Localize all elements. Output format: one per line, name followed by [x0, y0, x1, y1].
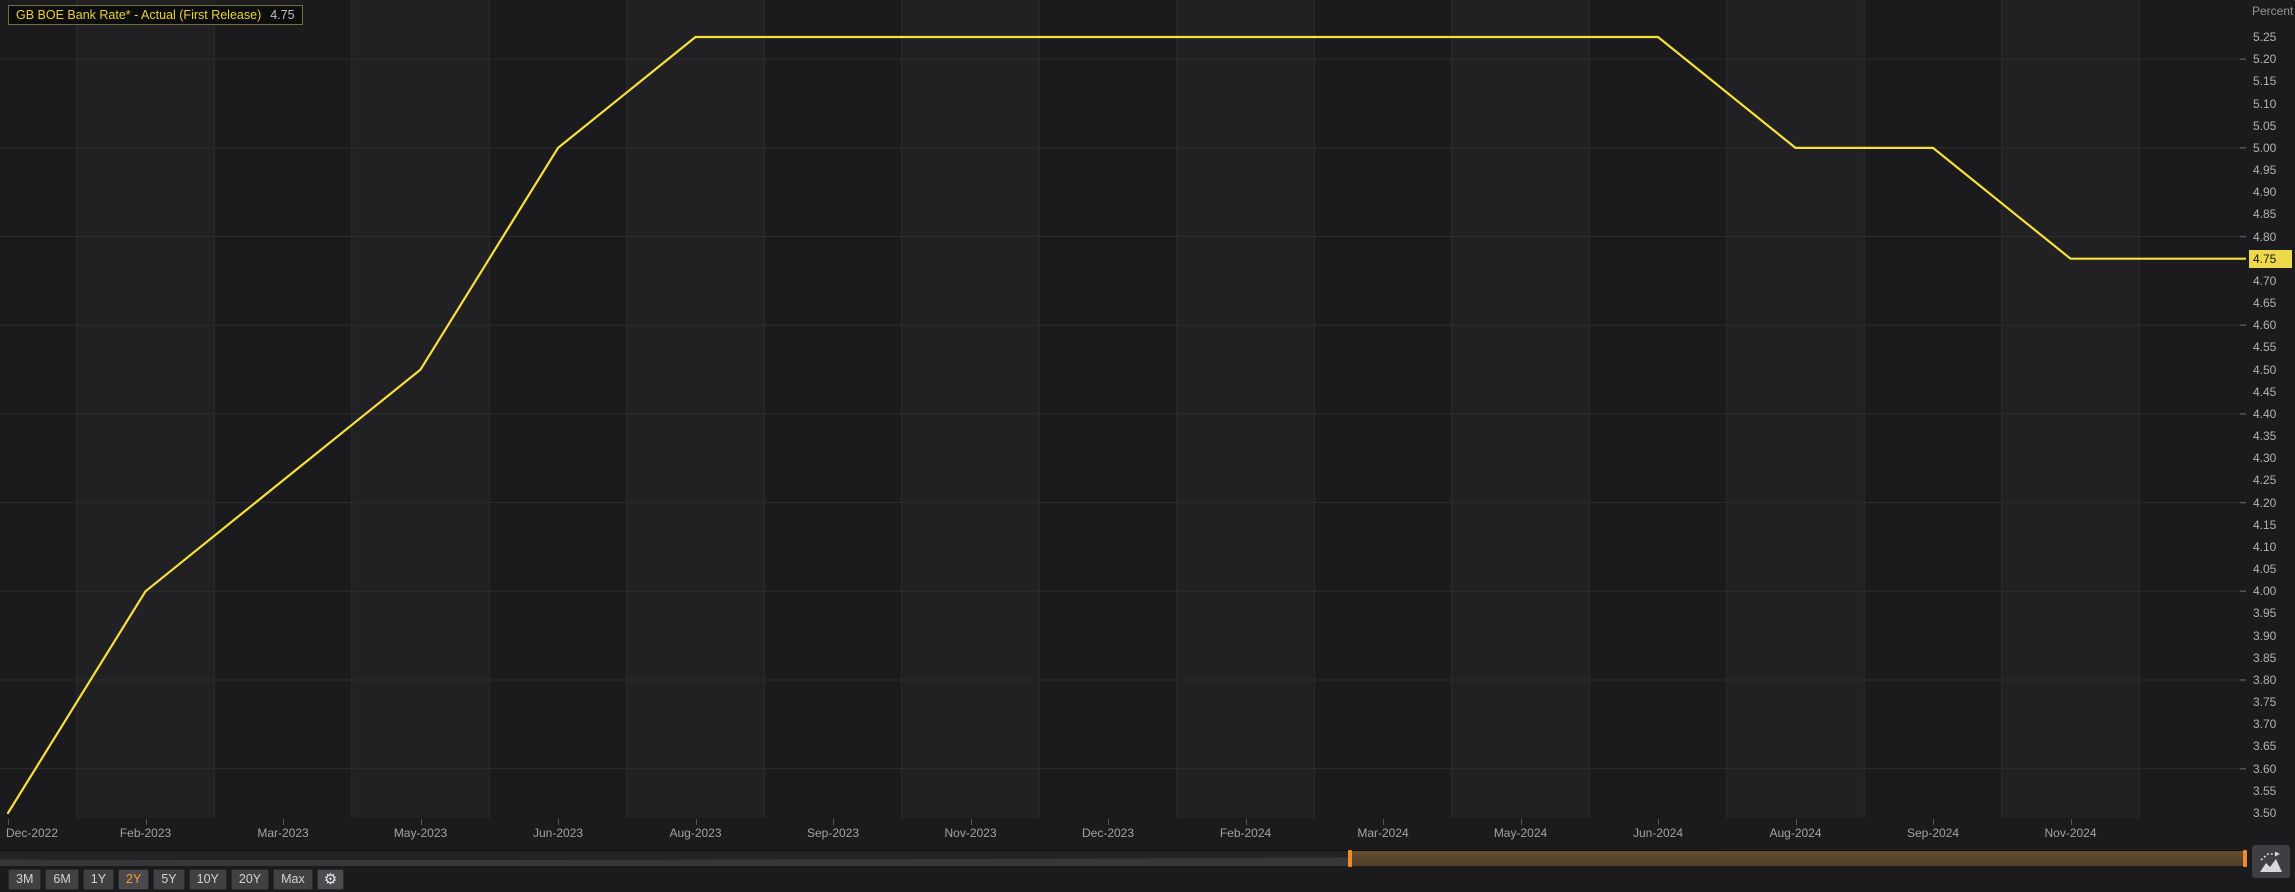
expand-chart-button[interactable] [2252, 845, 2290, 878]
time-axis-tick [558, 819, 559, 825]
value-axis-tick: 4.10 [2253, 539, 2276, 555]
range-button-max[interactable]: Max [273, 869, 313, 890]
time-axis-tick [421, 819, 422, 825]
value-axis-tick: 4.90 [2253, 184, 2276, 200]
time-axis-tick [1108, 819, 1109, 825]
value-axis-tick: 3.90 [2253, 628, 2276, 644]
time-axis-label: Dec-2023 [1082, 826, 1134, 840]
value-axis-tick: 5.25 [2253, 29, 2276, 45]
time-axis-tick [971, 819, 972, 825]
value-axis-tick: 4.15 [2253, 517, 2276, 533]
value-axis-tick: 3.85 [2253, 650, 2276, 666]
time-axis-tick [1246, 819, 1247, 825]
gear-icon: ⚙ [324, 870, 337, 888]
value-axis-tick: 4.35 [2253, 428, 2276, 444]
value-axis-tick: 4.70 [2253, 273, 2276, 289]
navigator-left-handle[interactable] [1348, 850, 1352, 867]
value-axis-tick: 4.00 [2253, 583, 2276, 599]
value-axis-tick: 3.75 [2253, 694, 2276, 710]
time-axis-label: Nov-2023 [944, 826, 996, 840]
series-last-value: 4.75 [270, 8, 294, 22]
chart-settings-button[interactable]: ⚙ [317, 869, 344, 890]
time-axis-label: Jun-2024 [1633, 826, 1683, 840]
time-axis-tick [8, 819, 9, 825]
time-axis-label: Dec-2022 [6, 826, 58, 840]
time-axis-label: Mar-2023 [257, 826, 308, 840]
value-axis-tick: 4.40 [2253, 406, 2276, 422]
time-axis-label: May-2023 [394, 826, 447, 840]
value-axis-tick: 4.30 [2253, 450, 2276, 466]
time-axis-tick [1933, 819, 1934, 825]
range-button-6m[interactable]: 6M [45, 869, 78, 890]
range-button-10y[interactable]: 10Y [189, 869, 227, 890]
range-toolbar: 3M 6M 1Y 2Y 5Y 10Y 20Y Max ⚙ [8, 868, 344, 890]
value-axis-tick: 5.15 [2253, 73, 2276, 89]
time-axis-label: Feb-2023 [120, 826, 171, 840]
time-axis-tick [1521, 819, 1522, 825]
value-axis-tick: 5.10 [2253, 96, 2276, 112]
value-axis-tick: 3.60 [2253, 761, 2276, 777]
value-axis-tick: 4.50 [2253, 362, 2276, 378]
value-axis-tick: 3.50 [2253, 805, 2276, 821]
time-axis-tick [1796, 819, 1797, 825]
series-title: GB BOE Bank Rate* - Actual (First Releas… [16, 8, 261, 22]
value-axis-tick: 4.95 [2253, 162, 2276, 178]
time-axis-label: Mar-2024 [1357, 826, 1408, 840]
value-axis-tick: 4.25 [2253, 472, 2276, 488]
range-button-20y[interactable]: 20Y [231, 869, 269, 890]
time-axis-tick [283, 819, 284, 825]
chart-window: GB BOE Bank Rate* - Actual (First Releas… [0, 0, 2295, 892]
value-axis-tick: 4.05 [2253, 561, 2276, 577]
navigator-selected-range[interactable] [1350, 851, 2245, 866]
value-axis-tick: 3.70 [2253, 716, 2276, 732]
value-axis-last-value-label: 4.75 [2249, 250, 2292, 268]
time-axis-label: Sep-2023 [807, 826, 859, 840]
value-axis-tick: 5.00 [2253, 140, 2276, 156]
value-axis-tick: 4.80 [2253, 229, 2276, 245]
time-axis-tick [146, 819, 147, 825]
value-axis-tick: 4.55 [2253, 339, 2276, 355]
timeline-navigator[interactable] [0, 850, 2246, 865]
range-button-5y[interactable]: 5Y [153, 869, 184, 890]
value-axis-tick: 4.45 [2253, 384, 2276, 400]
time-axis-label: Aug-2023 [669, 826, 721, 840]
value-axis-tick: 3.65 [2253, 738, 2276, 754]
series-legend[interactable]: GB BOE Bank Rate* - Actual (First Releas… [8, 5, 303, 25]
time-axis-label: Nov-2024 [2044, 826, 2096, 840]
time-axis-tick [1658, 819, 1659, 825]
value-axis-tick: 4.65 [2253, 295, 2276, 311]
time-axis-label: Feb-2024 [1220, 826, 1271, 840]
range-button-1y[interactable]: 1Y [83, 869, 114, 890]
time-axis-label: Jun-2023 [533, 826, 583, 840]
time-axis[interactable]: Dec-2022 Feb-2023 Mar-2023 May-2023 Jun-2023… [0, 819, 2246, 845]
value-axis-tick: 3.55 [2253, 783, 2276, 799]
range-button-3m[interactable]: 3M [8, 869, 41, 890]
expand-chart-icon [2258, 851, 2284, 873]
value-axis[interactable]: Percent 5.25 5.20 5.15 5.10 5.05 5.00 4.95 4.90… [2247, 0, 2295, 818]
value-axis-tick: 5.20 [2253, 51, 2276, 67]
range-button-2y[interactable]: 2Y [118, 869, 149, 890]
value-axis-unit-label: Percent [2252, 4, 2293, 18]
time-axis-tick [833, 819, 834, 825]
value-axis-tick: 4.60 [2253, 317, 2276, 333]
value-axis-tick: 4.85 [2253, 206, 2276, 222]
time-axis-tick [696, 819, 697, 825]
value-axis-tick: 3.95 [2253, 605, 2276, 621]
time-axis-tick [1383, 819, 1384, 825]
time-axis-label: May-2024 [1494, 826, 1547, 840]
value-axis-tick: 3.80 [2253, 672, 2276, 688]
navigator-right-handle[interactable] [2243, 850, 2247, 867]
time-axis-tick [2071, 819, 2072, 825]
value-axis-tick: 5.05 [2253, 118, 2276, 134]
time-axis-label: Aug-2024 [1769, 826, 1821, 840]
time-axis-label: Sep-2024 [1907, 826, 1959, 840]
value-axis-tick: 4.20 [2253, 495, 2276, 511]
price-chart-plot-area[interactable] [0, 0, 2246, 818]
